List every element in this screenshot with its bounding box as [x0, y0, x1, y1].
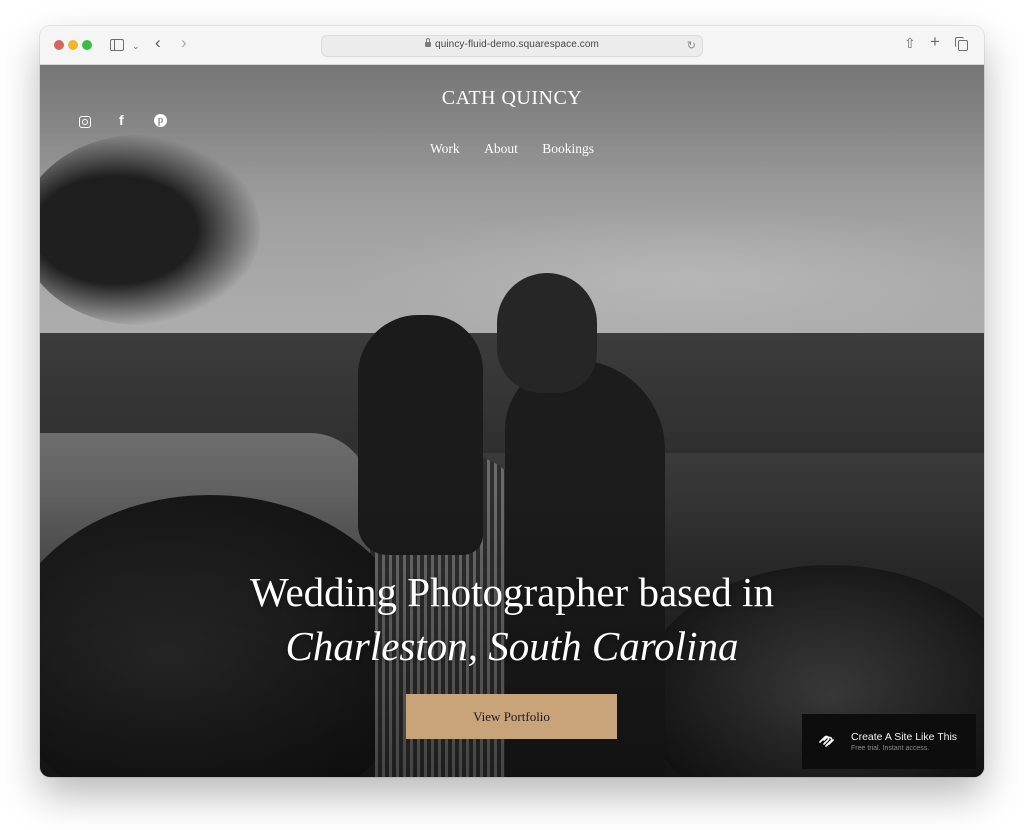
nav-about[interactable]: About — [484, 141, 518, 157]
nav-bookings[interactable]: Bookings — [542, 141, 594, 157]
reload-button[interactable]: ↻ — [687, 39, 696, 52]
headline-line-1: Wedding Photographer based in — [250, 569, 774, 615]
badge-title: Create A Site Like This — [851, 731, 958, 743]
pinterest-icon[interactable]: p — [154, 114, 167, 127]
address-bar-content: quincy-fluid-demo.squarespace.com — [322, 38, 702, 50]
nav-work[interactable]: Work — [430, 141, 460, 157]
maximize-window-button[interactable] — [82, 40, 92, 50]
hero-section: CATH QUINCY Work About Bookings f p Wedd… — [40, 65, 984, 777]
browser-window: ⌄ ‹ › quincy-fluid-demo.squarespace.com … — [40, 26, 984, 777]
url-text: quincy-fluid-demo.squarespace.com — [435, 39, 599, 50]
instagram-icon[interactable] — [79, 116, 91, 128]
headline-line-2: Charleston, South Carolina — [285, 623, 739, 669]
view-portfolio-button[interactable]: View Portfolio — [406, 694, 617, 739]
back-button[interactable]: ‹ — [155, 34, 161, 51]
lock-icon — [425, 38, 432, 47]
share-button[interactable]: ⇧ — [904, 36, 916, 50]
squarespace-logo-icon — [819, 735, 834, 747]
create-site-badge[interactable]: Create A Site Like This Free trial. Inst… — [802, 714, 976, 769]
browser-toolbar: ⌄ ‹ › quincy-fluid-demo.squarespace.com … — [40, 26, 984, 65]
badge-subtitle: Free trial. Instant access. — [851, 745, 930, 752]
forward-button[interactable]: › — [181, 34, 187, 51]
address-bar[interactable]: quincy-fluid-demo.squarespace.com ↻ — [321, 35, 703, 57]
facebook-icon[interactable]: f — [119, 112, 124, 128]
tab-overview-button[interactable] — [955, 37, 968, 51]
hero-headline: Wedding Photographer based in Charleston… — [40, 565, 984, 673]
minimize-window-button[interactable] — [68, 40, 78, 50]
site-title[interactable]: CATH QUINCY — [40, 87, 984, 110]
new-tab-button[interactable]: + — [930, 33, 940, 50]
chevron-down-icon[interactable]: ⌄ — [132, 39, 140, 53]
sidebar-icon[interactable] — [110, 39, 124, 51]
close-window-button[interactable] — [54, 40, 64, 50]
main-nav: Work About Bookings — [40, 140, 984, 158]
